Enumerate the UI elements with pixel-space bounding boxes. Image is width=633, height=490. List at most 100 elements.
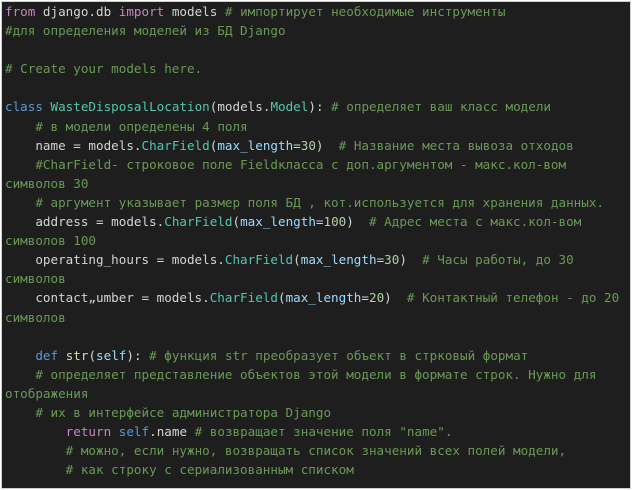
code-token: символов 30 [5,175,89,191]
code-line[interactable]: символов 30 [5,174,630,193]
code-line[interactable]: operating_hours = models.CharField(max_l… [5,250,630,269]
code-line[interactable]: # можно, если нужно, возвращать список з… [5,441,630,460]
code-token: символов 100 [5,233,96,249]
code-line[interactable]: def str(self): # функция str преобразует… [5,346,630,365]
code-token: CharField [141,137,210,153]
code-token: str [65,347,89,363]
code-token: #CharField- строковое поле Fieldкласса с… [35,156,567,172]
code-line[interactable]: class WasteDisposalLocation(models.Model… [5,97,630,116]
code-token: name = models. [5,137,142,153]
code-line[interactable]: #CharField- строковое поле Fieldкласса с… [5,155,630,174]
code-token: # Название места вывоза отходов [338,137,574,153]
code-token: models [217,99,263,115]
code-token: self [96,347,127,363]
code-token: max_length [285,290,362,306]
code-line[interactable]: #для определения моделей из БД Django [5,21,630,40]
code-token: 20 [368,290,385,306]
code-line[interactable]: ​ [5,327,630,346]
code-token: # в модели определены 4 поля [35,118,248,134]
code-token: символов [5,309,66,325]
code-token: # возвращает значение поля "name". [194,424,453,440]
code-line[interactable]: символов 100 [5,231,630,250]
code-token: # импортирует необходимые инструменты [224,4,506,19]
code-line[interactable]: ​ [5,78,630,97]
code-token: max_length [300,252,377,268]
code-token: ): [126,347,150,363]
code-token: models [164,4,225,19]
code-token: # определяет ваш класс модели [331,99,551,115]
code-token: ( [88,347,97,363]
code-token: 100 [323,214,347,230]
code-token: отображения [5,385,89,401]
code-token: CharField [209,290,278,306]
code-line[interactable]: # Create your models here. [5,59,630,78]
code-token: # их в интерфейсе администратора Django [35,404,332,420]
code-line[interactable]: ​ [5,40,630,59]
code-token: ( [232,214,241,230]
code-token: # функция str преобразует объект в стрко… [149,347,529,363]
code-line[interactable]: # как строку с сериализованным списком [5,460,630,479]
code-line[interactable]: отображения [5,384,630,403]
code-token: Model [270,99,309,115]
code-token: max_length [240,214,316,230]
code-token: contact„umber = models. [5,290,210,306]
code-token: max_length [217,137,294,153]
code-line[interactable]: address = models.CharField(max_length=10… [5,212,630,231]
code-line[interactable]: from django.db import models # импортиру… [5,2,630,21]
code-line[interactable]: # аргумент указывает размер поля БД , ко… [5,193,630,212]
code-token: = [293,137,301,153]
code-token: ( [293,252,301,268]
code-token: .name [149,424,195,440]
code-line[interactable]: contact„umber = models.CharField(max_len… [5,288,630,307]
code-line[interactable]: # определяет представление объектов этой… [5,365,630,384]
code-token: = [315,214,324,230]
code-token: CharField [164,214,233,230]
code-token: = [361,290,369,306]
code-token: ( [277,290,286,306]
code-line[interactable]: # в модели определены 4 поля [5,117,630,136]
code-token: from [5,4,36,19]
code-token: ) [346,214,369,230]
code-line[interactable]: символов [5,269,630,288]
code-line[interactable]: символов [5,308,630,327]
code-line[interactable]: name = models.CharField(max_length=30) #… [5,136,630,155]
code-editor[interactable]: from django.db import models # импортиру… [1,1,631,489]
code-token: django.db [35,4,119,19]
code-token: # Часы работы, до 30 [422,252,574,268]
code-token: 30 [384,252,400,268]
code-token: ) [315,137,339,153]
code-token: # Create your models here. [5,61,203,77]
code-token: ): [308,99,332,115]
code-token: # как строку с сериализованным списком [65,462,354,478]
code-token: символов [5,271,66,287]
code-token: # Контактный телефон - до 20 [406,290,620,306]
code-token: ) [399,252,423,268]
code-token: return [65,424,112,440]
code-token: CharField [224,252,294,268]
code-line[interactable]: # их в интерфейсе администратора Django [5,403,630,422]
code-area[interactable]: from django.db import models # импортиру… [5,2,630,479]
code-line[interactable]: return self.name # возвращает значение п… [5,422,630,441]
code-token: # можно, если нужно, возвращать список з… [65,443,567,459]
code-token: self [118,424,150,440]
code-token: # аргумент указывает размер поля БД , ко… [35,194,604,210]
code-token: address = models. [5,214,165,230]
code-token: ) [384,290,407,306]
code-token: import [118,4,165,19]
code-token: # определяет представление объектов этой… [35,366,597,382]
code-token: # Адрес места с макс.кол-вом [369,214,582,230]
code-token: #для определения моделей из БД Django [5,23,286,39]
code-token: 30 [300,137,316,153]
